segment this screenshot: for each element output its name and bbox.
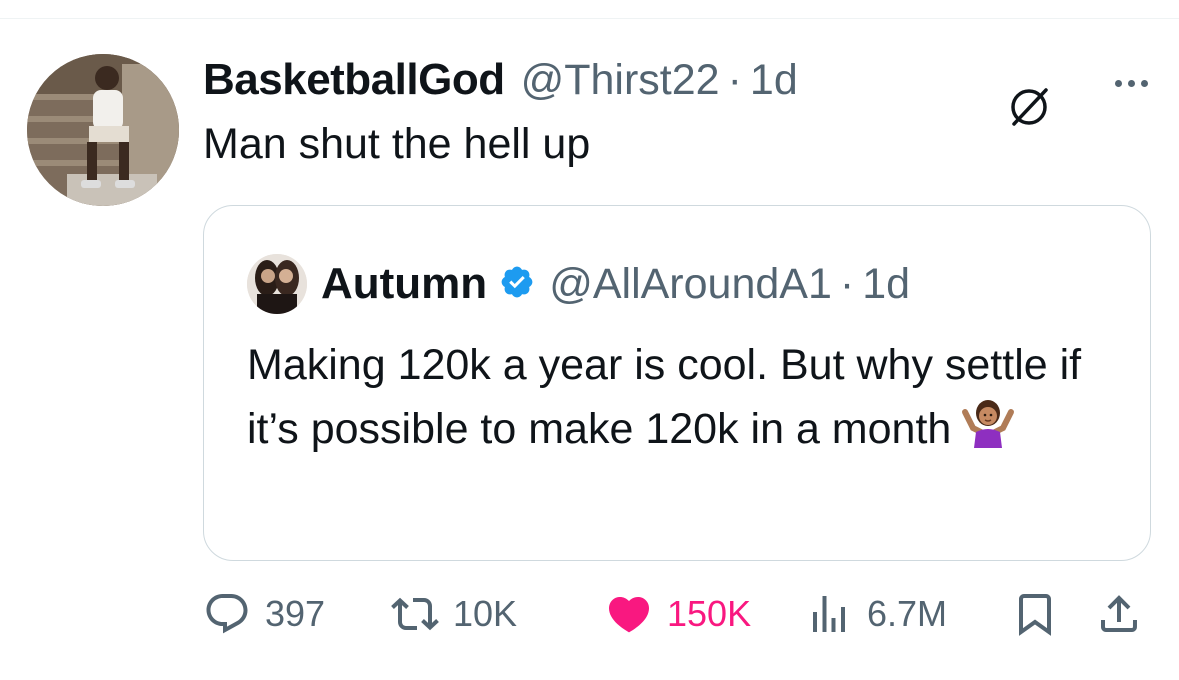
heart-filled-icon <box>608 597 650 633</box>
quoted-author-handle[interactable]: @AllAroundA1 <box>549 260 832 309</box>
top-divider <box>0 18 1179 19</box>
share-button[interactable] <box>1095 588 1143 640</box>
verified-badge-icon <box>499 264 535 305</box>
woman-shrugging-emoji-icon <box>959 398 1017 466</box>
share-icon <box>1101 595 1137 632</box>
tweet-time[interactable]: 1d <box>750 56 798 105</box>
author-name[interactable]: BasketballGod <box>203 55 505 105</box>
views-button[interactable]: 6.7M <box>805 588 947 640</box>
like-count: 150K <box>667 593 752 634</box>
quoted-tweet-header: Autumn @AllAroundA1 · 1d <box>247 254 910 314</box>
bookmark-icon <box>1019 594 1051 636</box>
reply-icon <box>206 594 248 634</box>
quoted-separator-dot: · <box>839 259 855 308</box>
quoted-tweet-text-block: Making 120k a year is cool. But why sett… <box>247 333 1117 466</box>
quoted-tweet-time[interactable]: 1d <box>862 260 910 309</box>
more-icon[interactable] <box>1115 80 1148 87</box>
reply-count: 397 <box>265 593 326 634</box>
views-chart-icon <box>813 596 845 632</box>
bookmark-button[interactable] <box>1011 588 1059 640</box>
repost-button[interactable]: 10K <box>391 588 517 640</box>
avatar-photo-icon <box>27 54 179 206</box>
grok-icon[interactable] <box>1006 84 1052 135</box>
separator-dot: · <box>727 55 742 104</box>
quoted-tweet[interactable]: Autumn @AllAroundA1 · 1d Making 120k a y… <box>203 205 1151 561</box>
repost-count: 10K <box>453 593 518 634</box>
author-avatar[interactable] <box>27 54 179 206</box>
quoted-author-avatar[interactable] <box>247 254 307 314</box>
views-count: 6.7M <box>867 593 948 634</box>
quoted-avatar-photo-icon <box>247 254 307 314</box>
tweet-header: BasketballGod @Thirst22 · 1d <box>203 52 798 108</box>
reply-button[interactable]: 397 <box>203 588 325 640</box>
quoted-tweet-text: Making 120k a year is cool. But why sett… <box>247 341 1082 453</box>
author-handle[interactable]: @Thirst22 <box>521 56 720 105</box>
action-bar: 397 10K 150K 6.7M <box>203 588 1153 640</box>
tweet-text: Man shut the hell up <box>203 120 591 168</box>
like-button[interactable]: 150K <box>605 588 751 640</box>
quoted-author-name[interactable]: Autumn <box>321 259 487 309</box>
repost-icon <box>391 597 439 631</box>
